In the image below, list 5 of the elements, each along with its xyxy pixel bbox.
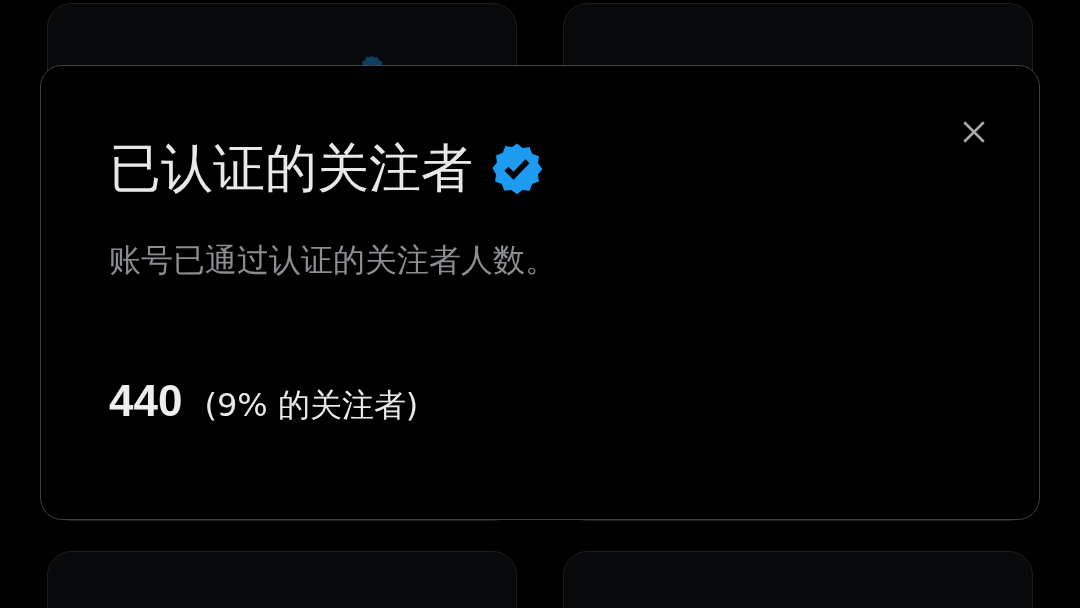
follower-share: (9% 的关注者): [204, 385, 419, 426]
dialog-title: 已认证的关注者: [109, 137, 473, 200]
follower-count: 440: [109, 376, 183, 426]
close-icon[interactable]: [961, 119, 987, 145]
dialog-description: 账号已通过认证的关注者人数。: [109, 240, 558, 281]
